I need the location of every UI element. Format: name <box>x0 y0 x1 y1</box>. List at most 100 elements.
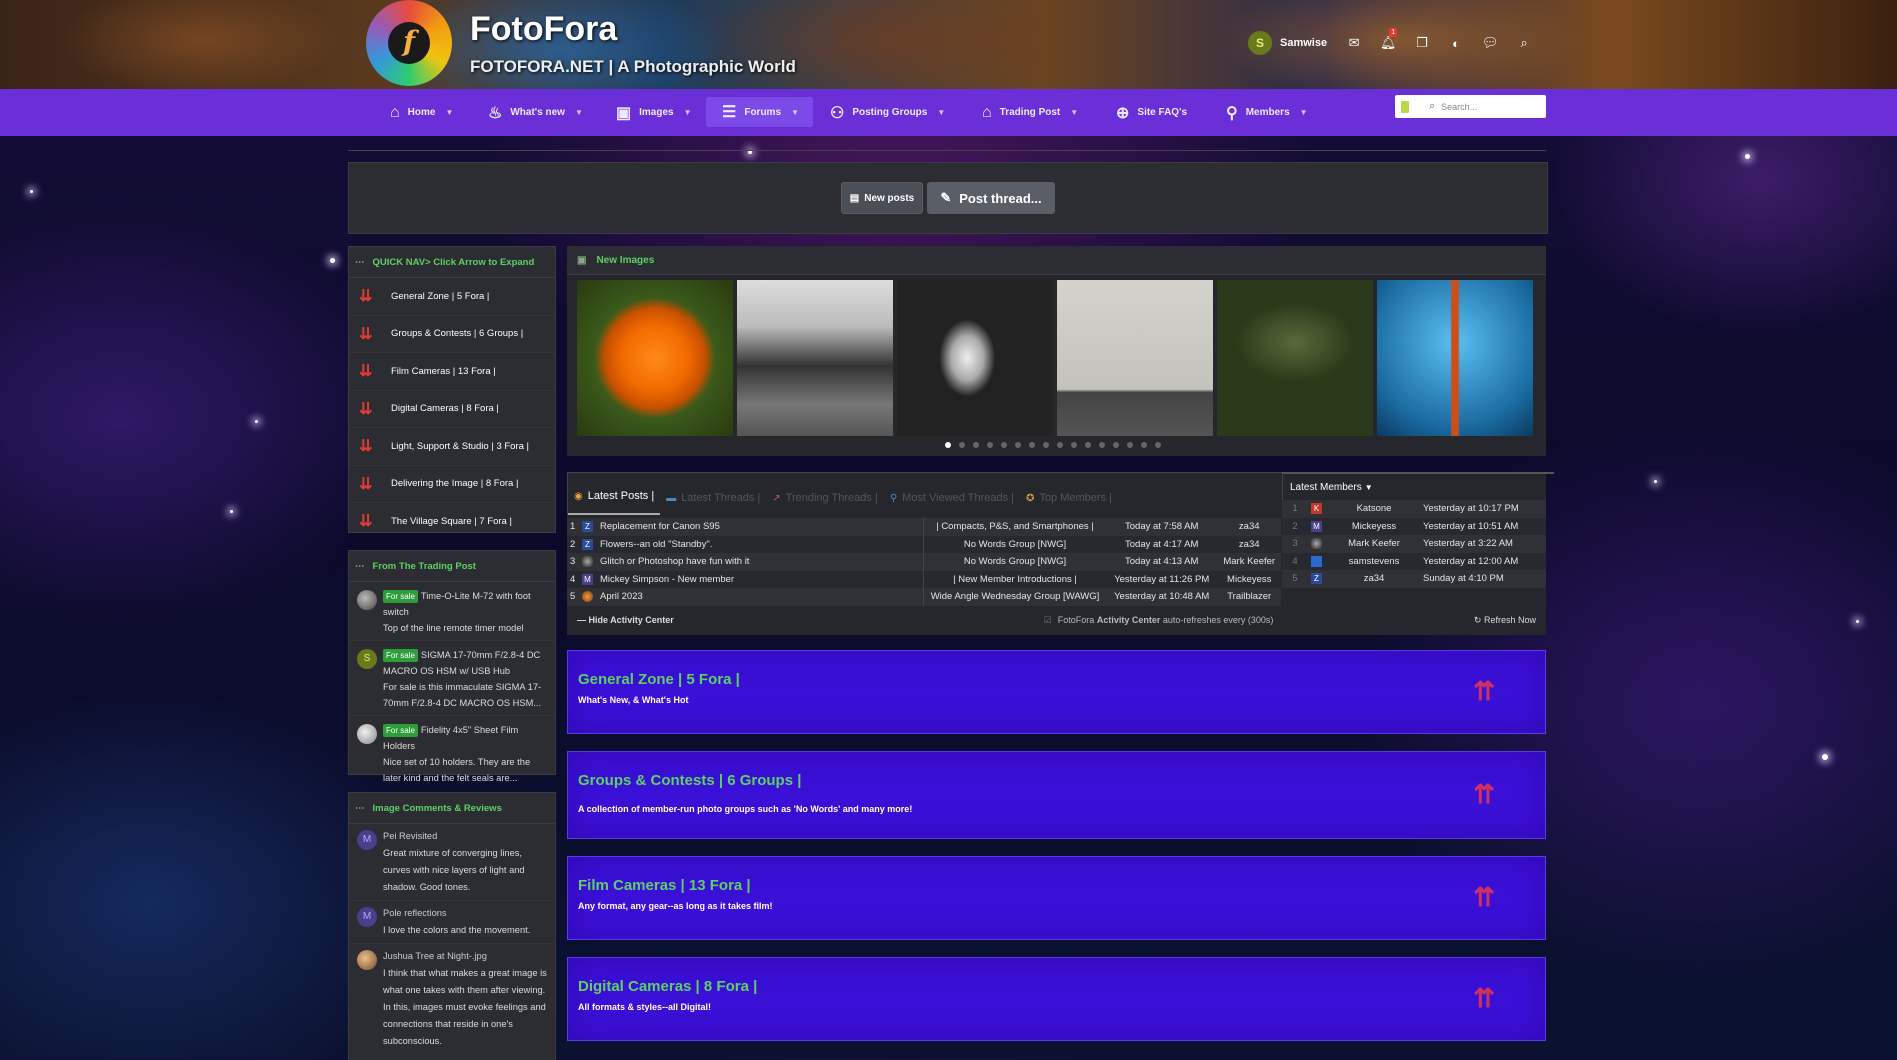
chevron-down-icon[interactable]: ▼ <box>445 108 453 117</box>
forum-block-film-cameras[interactable]: Film Cameras | 13 Fora | Any format, any… <box>567 856 1546 940</box>
quick-nav-item[interactable]: ⇊ Digital Cameras | 8 Fora | <box>349 391 555 428</box>
quick-nav-item[interactable]: ⇊ Film Cameras | 13 Fora | <box>349 353 555 391</box>
avatar[interactable] <box>357 724 377 744</box>
nav-trading-post[interactable]: ⌂ Trading Post ▼ <box>982 89 1078 136</box>
nav-home[interactable]: ⌂ Home ▼ <box>390 89 453 136</box>
chevron-down-icon[interactable]: ▼ <box>575 108 583 117</box>
table-row[interactable]: 4 M Mickey Simpson - New member | New Me… <box>567 570 1281 588</box>
image-thumbnail-tower[interactable] <box>1377 280 1533 436</box>
expand-arrow-icon[interactable]: ⇈ <box>1473 882 1495 913</box>
avatar[interactable]: M <box>357 907 377 927</box>
table-row[interactable]: 5 April 2023 Wide Angle Wednesday Group … <box>567 588 1281 606</box>
envelope-icon[interactable]: ✉ <box>1337 30 1371 56</box>
carousel-dot[interactable] <box>1057 442 1063 448</box>
tab-most-viewed[interactable]: ⚲ Most Viewed Threads | <box>884 481 1020 515</box>
site-logo[interactable]: f <box>366 0 452 86</box>
nav-images[interactable]: ▣ Images ▼ <box>616 89 692 136</box>
carousel-dot[interactable] <box>1071 442 1077 448</box>
expand-arrow-icon[interactable]: ⇊ <box>359 399 379 419</box>
carousel-dot[interactable] <box>973 442 979 448</box>
table-row[interactable]: 5 Z za34 Sunday at 4:10 PM <box>1282 570 1546 588</box>
bell-icon[interactable]: 🔔︎ 1 <box>1371 28 1405 56</box>
chevron-down-icon[interactable]: ▼ <box>1070 108 1078 117</box>
image-thumbnail-tree[interactable] <box>1217 280 1373 436</box>
image-comments-header[interactable]: ⋯ Image Comments & Reviews <box>349 793 555 824</box>
chevron-down-icon[interactable]: ▼ <box>684 108 692 117</box>
hide-activity-center[interactable]: — Hide Activity Center <box>577 615 674 625</box>
quick-nav-item[interactable]: ⇊ Delivering the Image | 8 Fora | <box>349 466 555 503</box>
expand-arrow-icon[interactable]: ⇊ <box>359 286 379 306</box>
member-name[interactable]: Mark Keefer <box>1328 535 1420 553</box>
quick-nav-item[interactable]: ⇊ The Village Square | 7 Fora | <box>349 503 555 540</box>
expand-arrow-icon[interactable]: ⇊ <box>359 511 379 531</box>
table-row[interactable]: 1 K Katsone Yesterday at 10:17 PM <box>1282 500 1546 518</box>
latest-members-header[interactable]: Latest Members ▼ <box>1282 472 1554 500</box>
forum-name[interactable]: No Words Group [NWG] <box>923 553 1106 571</box>
expand-arrow-icon[interactable]: ⇊ <box>359 436 379 456</box>
quick-nav-item[interactable]: ⇊ General Zone | 5 Fora | <box>349 278 555 316</box>
forum-title[interactable]: Groups & Contests | 6 Groups | <box>578 772 801 789</box>
tab-latest-threads[interactable]: ▬ Latest Threads | <box>660 481 766 515</box>
carousel-dot[interactable] <box>1113 442 1119 448</box>
quick-nav-header[interactable]: ⋯ QUICK NAV> Click Arrow to Expand <box>349 247 555 278</box>
nav-members[interactable]: ⚲ Members ▼ <box>1226 89 1308 136</box>
search-icon[interactable]: ⌕ <box>1507 30 1541 56</box>
forum-title[interactable]: Film Cameras | 13 Fora | <box>578 877 751 894</box>
post-user[interactable]: Trailblazer <box>1217 588 1281 606</box>
post-user[interactable]: Mark Keefer <box>1217 553 1281 571</box>
member-name[interactable]: za34 <box>1328 570 1420 588</box>
post-user[interactable]: za34 <box>1217 518 1281 536</box>
chevron-down-icon[interactable]: ▼ <box>937 108 945 117</box>
table-row[interactable]: 2 Z Flowers--an old "Standby". No Words … <box>567 535 1281 553</box>
carousel-dot[interactable] <box>1127 442 1133 448</box>
member-name[interactable]: Mickeyess <box>1328 517 1420 535</box>
search-input[interactable]: Search... <box>1441 102 1477 112</box>
avatar[interactable]: Z <box>582 521 593 533</box>
expand-arrow-icon[interactable]: ⇈ <box>1473 676 1495 707</box>
forum-block-general-zone[interactable]: General Zone | 5 Fora | What's New, & Wh… <box>567 650 1546 734</box>
autorefresh-checkbox[interactable]: ☑ <box>1044 615 1052 626</box>
image-thumbnail-car[interactable] <box>737 280 893 436</box>
post-user[interactable]: Mickeyess <box>1217 570 1281 588</box>
member-name[interactable]: Katsone <box>1328 500 1420 518</box>
comment-title[interactable]: Pole reflections <box>383 908 447 918</box>
thread-title[interactable]: Flowers--an old "Standby". <box>597 535 924 553</box>
carousel-dot[interactable] <box>987 442 993 448</box>
avatar[interactable] <box>357 950 377 970</box>
comment-item[interactable]: M Pole reflections I love the colors and … <box>349 901 555 944</box>
expand-arrow-icon[interactable]: ⇊ <box>359 474 379 494</box>
carousel-dot[interactable] <box>1015 442 1021 448</box>
comment-title[interactable]: Pei Revisited <box>383 831 437 841</box>
carousel-dot[interactable] <box>1141 442 1147 448</box>
thread-title[interactable]: April 2023 <box>597 588 924 606</box>
table-row[interactable]: 3 Mark Keefer Yesterday at 3:22 AM <box>1282 535 1546 553</box>
post-thread-button[interactable]: ✎ Post thread... <box>927 182 1055 214</box>
expand-arrow-icon[interactable]: ⇊ <box>359 324 379 344</box>
image-thumbnail-face[interactable] <box>897 280 1053 436</box>
trading-post-item[interactable]: S For sale SIGMA 17-70mm F/2.8-4 DC MACRO… <box>349 641 555 716</box>
forum-title[interactable]: General Zone | 5 Fora | <box>578 671 740 688</box>
thread-title[interactable]: Replacement for Canon S95 <box>597 518 924 536</box>
chevron-down-icon[interactable]: ▼ <box>1300 108 1308 117</box>
carousel-dot[interactable] <box>1043 442 1049 448</box>
tab-latest-posts[interactable]: ◉ Latest Posts | <box>568 479 661 515</box>
expand-arrow-icon[interactable]: ⇊ <box>359 361 379 381</box>
image-thumbnail-flower[interactable] <box>577 280 733 436</box>
thread-title[interactable]: Mickey Simpson - New member <box>597 570 924 588</box>
avatar[interactable]: M <box>1311 520 1322 532</box>
carousel-dot[interactable] <box>1099 442 1105 448</box>
carousel-dot[interactable] <box>1029 442 1035 448</box>
expand-arrow-icon[interactable]: ⇈ <box>1473 779 1495 810</box>
refresh-now-button[interactable]: ↻ Refresh Now <box>1474 615 1536 626</box>
tab-top-members[interactable]: ✪ Top Members | <box>1020 481 1118 515</box>
table-row[interactable]: 2 M Mickeyess Yesterday at 10:51 AM <box>1282 517 1546 535</box>
search-box[interactable]: ⌕ Search... <box>1395 95 1546 118</box>
table-row[interactable]: 1 Z Replacement for Canon S95 | Compacts… <box>567 518 1281 536</box>
forum-name[interactable]: Wide Angle Wednesday Group [WAWG] <box>923 588 1106 606</box>
carousel-dot[interactable] <box>945 442 951 448</box>
comment-item[interactable]: M Pei Revisited Great mixture of convergi… <box>349 824 555 901</box>
forum-name[interactable]: | New Member Introductions | <box>923 570 1106 588</box>
nav-forums[interactable]: ☰ Forums ▼ <box>706 97 813 127</box>
carousel-dot[interactable] <box>959 442 965 448</box>
expand-arrow-icon[interactable]: ⇈ <box>1473 983 1495 1014</box>
